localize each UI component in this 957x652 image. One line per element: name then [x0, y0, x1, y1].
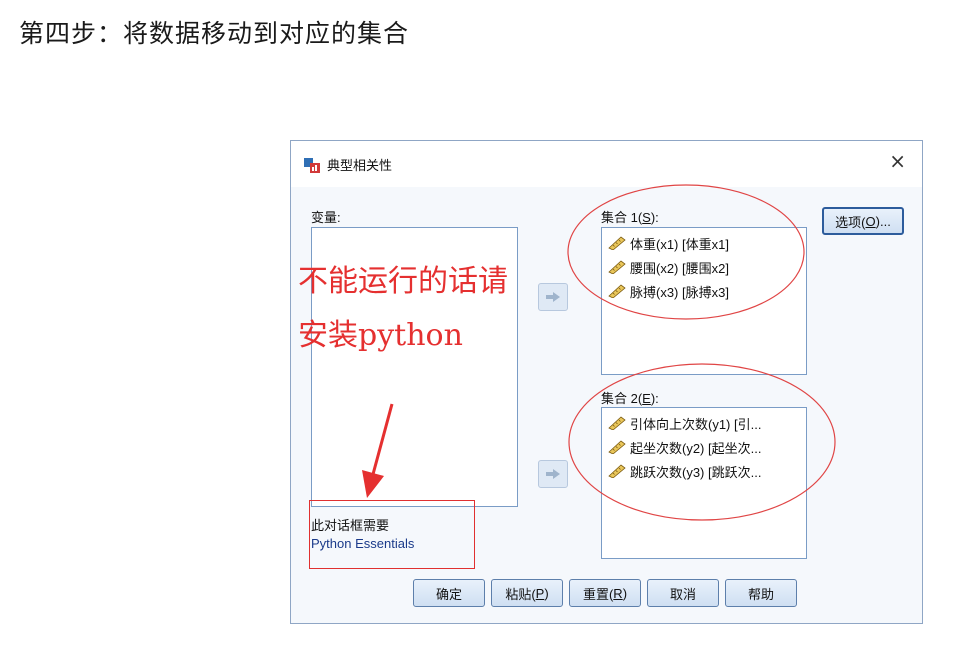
note-highlight-box: [309, 500, 475, 569]
ok-button[interactable]: 确定: [413, 579, 485, 607]
reset-button[interactable]: 重置(R): [569, 579, 641, 607]
ruler-icon: [608, 464, 626, 478]
close-icon[interactable]: ×: [889, 151, 906, 171]
ruler-icon: [608, 236, 626, 250]
set1-label: 集合 1(S):: [601, 210, 659, 225]
paste-button[interactable]: 粘贴(P): [491, 579, 563, 607]
move-to-set2-button[interactable]: [538, 460, 568, 488]
options-button[interactable]: 选项(O)...: [822, 207, 904, 235]
set1-item[interactable]: 体重(x1) [体重x1]: [602, 231, 806, 255]
annotation-line1: 不能运行的话请: [298, 264, 508, 299]
set2-item[interactable]: 起坐次数(y2) [起坐次...: [602, 435, 806, 459]
help-button[interactable]: 帮助: [725, 579, 797, 607]
cancel-button[interactable]: 取消: [647, 579, 719, 607]
set1-listbox[interactable]: 体重(x1) [体重x1] 腰围(x2) [腰围x2] 脉搏(x3) [脉搏x3…: [601, 227, 807, 375]
ruler-icon: [608, 284, 626, 298]
move-to-set1-button[interactable]: [538, 283, 568, 311]
right-arrow-icon: [546, 469, 560, 479]
set2-item[interactable]: 引体向上次数(y1) [引...: [602, 411, 806, 435]
app-icon: [304, 158, 320, 173]
page-heading: 第四步：将数据移动到对应的集合: [19, 19, 410, 48]
variables-label: 变量:: [311, 210, 341, 225]
annotation-line2: 安装python: [298, 318, 463, 353]
right-arrow-icon: [546, 292, 560, 302]
set2-listbox[interactable]: 引体向上次数(y1) [引... 起坐次数(y2) [起坐次... 跳跃次数(y…: [601, 407, 807, 559]
dialog-title: 典型相关性: [327, 159, 393, 174]
set2-label: 集合 2(E):: [601, 391, 659, 406]
title-bar: 典型相关性 ×: [291, 141, 922, 187]
ruler-icon: [608, 416, 626, 430]
set1-item[interactable]: 腰围(x2) [腰围x2]: [602, 255, 806, 279]
set1-item[interactable]: 脉搏(x3) [脉搏x3]: [602, 279, 806, 303]
set2-item[interactable]: 跳跃次数(y3) [跳跃次...: [602, 459, 806, 483]
ruler-icon: [608, 440, 626, 454]
canonical-correlation-dialog: 典型相关性 × 变量: 集合 1(S): 体重(x1) [体重x1] 腰围(x2…: [290, 140, 923, 624]
ruler-icon: [608, 260, 626, 274]
